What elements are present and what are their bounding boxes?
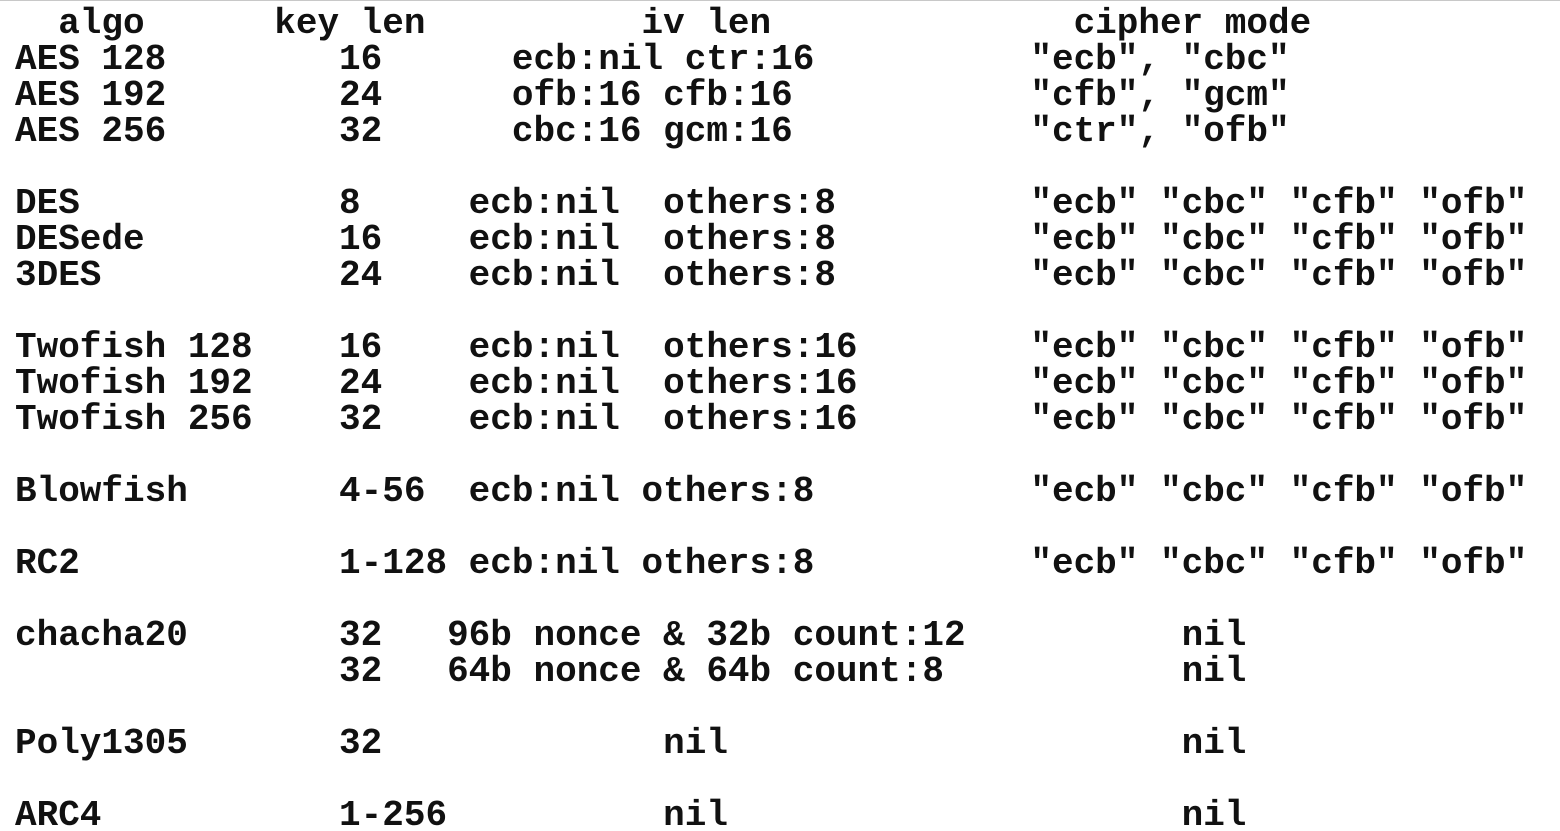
row-desede: DESede 16 ecb:nil others:8 "ecb" "cbc" "… (15, 219, 1528, 260)
cipher-table-document: algo key len iv len cipher mode AES 128 … (0, 0, 1560, 831)
row-twofish-256: Twofish 256 32 ecb:nil others:16 "ecb" "… (15, 399, 1528, 440)
row-aes-256: AES 256 32 cbc:16 gcm:16 "ctr", "ofb" (15, 111, 1290, 152)
row-chacha20-64b: 32 64b nonce & 64b count:8 nil (15, 651, 1247, 692)
row-twofish-128: Twofish 128 16 ecb:nil others:16 "ecb" "… (15, 327, 1528, 368)
row-blowfish: Blowfish 4-56 ecb:nil others:8 "ecb" "cb… (15, 471, 1528, 512)
row-arc4: ARC4 1-256 nil nil (15, 795, 1247, 831)
row-chacha20-96b: chacha20 32 96b nonce & 32b count:12 nil (15, 615, 1247, 656)
row-des: DES 8 ecb:nil others:8 "ecb" "cbc" "cfb"… (15, 183, 1528, 224)
row-twofish-192: Twofish 192 24 ecb:nil others:16 "ecb" "… (15, 363, 1528, 404)
row-rc2: RC2 1-128 ecb:nil others:8 "ecb" "cbc" "… (15, 543, 1528, 584)
row-poly1305: Poly1305 32 nil nil (15, 723, 1247, 764)
row-aes-192: AES 192 24 ofb:16 cfb:16 "cfb", "gcm" (15, 75, 1290, 116)
table-header: algo key len iv len cipher mode (15, 3, 1312, 44)
row-3des: 3DES 24 ecb:nil others:8 "ecb" "cbc" "cf… (15, 255, 1528, 296)
row-aes-128: AES 128 16 ecb:nil ctr:16 "ecb", "cbc" (15, 39, 1290, 80)
